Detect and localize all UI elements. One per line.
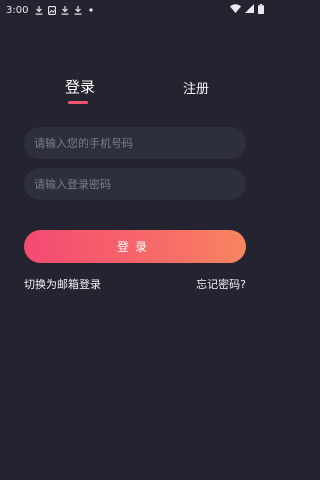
tab-register[interactable]: 注册 [176, 78, 216, 97]
battery-icon [258, 3, 264, 17]
switch-email-login-link[interactable]: 切换为邮箱登录 [24, 276, 101, 292]
wifi-icon [230, 4, 241, 16]
status-right [230, 3, 264, 17]
dot-icon [87, 6, 95, 15]
tab-login[interactable]: 登录 [58, 76, 102, 97]
forgot-password-link[interactable]: 忘记密码? [196, 276, 246, 292]
auth-tabs: 登录 注册 [0, 76, 270, 108]
status-time: 3:00 [6, 4, 29, 16]
image-icon [48, 5, 57, 15]
password-field [24, 168, 246, 200]
download-icon [35, 5, 43, 15]
login-button[interactable]: 登录 [24, 230, 246, 263]
login-screen: 3:00 登录 注册 请输入您的手机号码 登录 切换为邮箱登录 忘记密码? [0, 0, 270, 480]
phone-input[interactable] [34, 127, 246, 159]
status-left: 3:00 [6, 5, 95, 16]
download-icon [74, 5, 82, 15]
download-icon [61, 5, 69, 15]
active-tab-indicator [68, 101, 88, 104]
status-bar: 3:00 [0, 0, 270, 20]
signal-icon [245, 4, 254, 16]
phone-field [24, 127, 246, 159]
password-input[interactable] [34, 168, 246, 200]
